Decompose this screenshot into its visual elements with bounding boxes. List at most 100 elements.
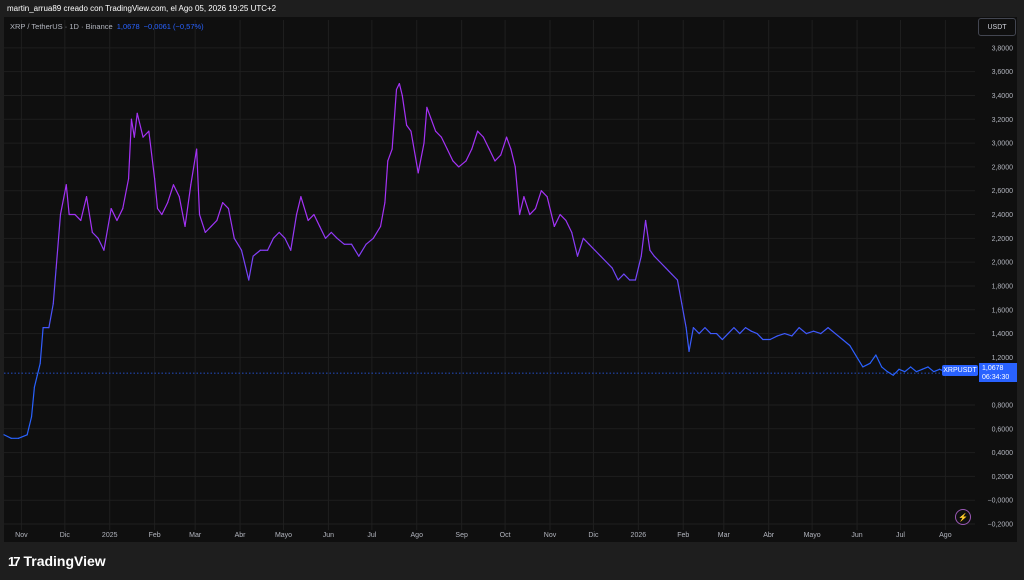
y-tick-label: 3,6000 — [992, 69, 1014, 76]
y-tick-label: 1,2000 — [992, 355, 1014, 362]
x-tick-label: Dic — [60, 532, 71, 539]
price-line-segment — [227, 207, 235, 239]
price-line-segment — [423, 106, 428, 144]
tradingview-mark-icon: 17 — [8, 553, 21, 569]
price-line-segment — [834, 332, 844, 341]
price-line-segment — [252, 249, 261, 257]
price-line-segment — [198, 213, 206, 233]
price-line-segment — [80, 196, 88, 222]
price-line-segment — [510, 148, 516, 168]
price-line-segment — [827, 327, 836, 335]
grid-lines — [4, 20, 975, 530]
price-line-segment — [417, 142, 425, 174]
price-line-segment — [471, 130, 479, 150]
price-line-segment — [210, 219, 218, 228]
price-line-segment — [582, 237, 590, 245]
price-line-segment — [295, 196, 302, 216]
price-line-segment — [921, 366, 929, 370]
price-line-segment — [685, 327, 690, 353]
price-line-segment — [122, 178, 130, 210]
price-line-segment — [248, 255, 254, 281]
price-line-segment — [55, 213, 62, 269]
price-line-segment — [665, 267, 673, 275]
x-tick-label: 2025 — [102, 532, 118, 539]
price-line-segment — [33, 374, 38, 388]
y-tick-label: 3,2000 — [992, 117, 1014, 124]
x-tick-label: Mayo — [804, 532, 821, 539]
x-tick-label: 2026 — [631, 532, 647, 539]
price-line-segment — [594, 249, 602, 257]
price-line-segment — [739, 327, 747, 335]
price-line-segment — [623, 273, 631, 281]
price-tag-price: 1,0678 — [982, 364, 1004, 372]
last-value: 1,0678 — [116, 22, 140, 31]
price-line-segment — [881, 366, 889, 373]
price-line-segment — [500, 136, 508, 156]
y-tick-label: 1,4000 — [992, 331, 1014, 338]
x-axis-ticks: Nov Dic 2025 Feb Mar Abr Mayo Jun Jul Ago Sep Oct No… — [15, 532, 952, 539]
price-line-segment — [529, 207, 537, 216]
bolt-icon[interactable]: ⚡ — [955, 509, 971, 525]
x-tick-label: Jun — [323, 532, 334, 539]
y-tick-label: 0,4000 — [992, 450, 1014, 457]
price-line-segment — [523, 196, 531, 216]
price-line-segment — [886, 371, 894, 376]
y-tick-label: −0,2000 — [988, 522, 1014, 529]
price-line-segment — [933, 368, 941, 373]
price-line-segment — [240, 249, 250, 281]
price-series — [3, 82, 952, 439]
price-line-segment — [715, 332, 723, 341]
tradingview-logo[interactable]: 17 TradingView — [8, 553, 106, 569]
price-line-segment — [26, 416, 33, 436]
price-line-segment — [649, 249, 655, 257]
price-line-segment — [605, 261, 613, 269]
price-line-segment — [769, 335, 778, 341]
price-line-segment — [540, 190, 548, 198]
price-line-segment — [849, 344, 858, 358]
price-line-segment — [446, 148, 454, 162]
x-tick-label: Mar — [718, 532, 731, 539]
change-value: −0,0061 (−0,57%) — [143, 22, 204, 31]
x-tick-label: Sep — [455, 532, 468, 539]
y-tick-label: −0,0000 — [988, 498, 1014, 505]
price-line-segment — [284, 237, 292, 251]
price-line-segment — [698, 327, 706, 335]
price-line-segment — [398, 82, 403, 97]
y-tick-label: 3,4000 — [992, 93, 1014, 100]
price-line-segment — [898, 368, 906, 373]
price-line-segment — [74, 213, 82, 222]
price-line-segment — [458, 160, 467, 168]
price-line-segment — [553, 213, 561, 228]
price-line-segment — [892, 368, 900, 376]
y-tick-label: 2,4000 — [992, 212, 1014, 219]
price-line-segment — [387, 148, 393, 162]
price-line-segment — [167, 184, 175, 204]
price-line-segment — [127, 118, 133, 180]
price-line-segment — [476, 130, 484, 138]
x-tick-label: Mayo — [275, 532, 292, 539]
price-line-segment — [216, 202, 224, 222]
symbol-legend[interactable]: XRP / TetherUS · 1D · Binance 1,0678 −0,… — [10, 22, 204, 31]
price-line-segment — [862, 362, 871, 368]
x-tick-label: Jul — [896, 532, 905, 539]
price-line-segment — [676, 279, 683, 305]
price-line-segment — [430, 118, 437, 132]
price-line-segment — [611, 267, 619, 281]
price-chart-svg[interactable]: 3,8000 3,6000 3,4000 3,2000 3,0000 2,8000 2,60… — [0, 0, 1024, 580]
currency-button[interactable]: USDT — [978, 18, 1016, 36]
price-line-segment — [534, 190, 542, 210]
price-line-segment — [600, 255, 608, 263]
y-axis-ticks: 3,8000 3,6000 3,4000 3,2000 3,0000 2,8000 2,60… — [988, 45, 1014, 528]
y-tick-label: 1,8000 — [992, 283, 1014, 290]
price-line-segment — [488, 148, 496, 162]
price-line-segment — [653, 255, 661, 263]
price-line-segment — [733, 327, 741, 335]
price-line-segment — [915, 368, 923, 373]
price-line-segment — [401, 94, 408, 126]
price-line-segment — [841, 338, 851, 347]
price-line-segment — [130, 118, 135, 138]
price-line-segment — [161, 202, 169, 216]
price-line-segment — [659, 261, 667, 269]
price-line-segment — [904, 366, 912, 373]
price-line-segment — [142, 130, 150, 138]
